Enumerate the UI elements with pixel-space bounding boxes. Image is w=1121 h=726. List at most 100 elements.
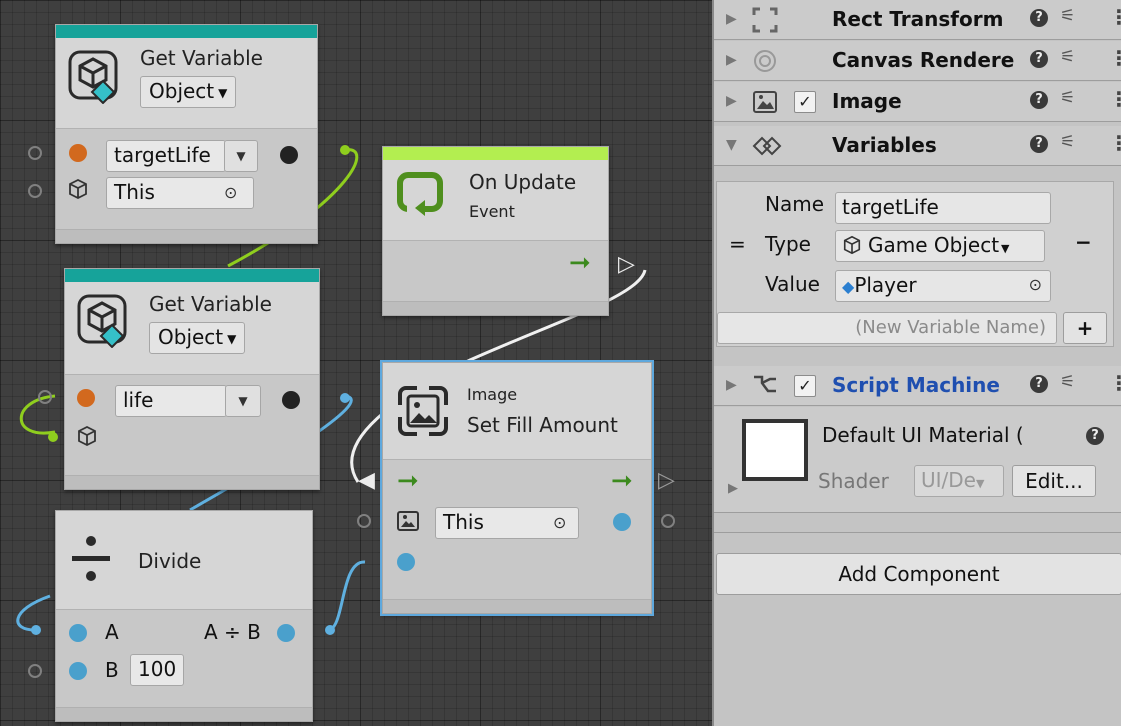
node-header: Divide	[56, 511, 312, 609]
input-a-label: A	[105, 620, 119, 644]
number-wire-knob	[325, 625, 335, 635]
node-body: ➞ ➞ This ⊙	[383, 459, 651, 601]
help-icon[interactable]: ?	[1030, 50, 1048, 68]
variable-kind-dropdown[interactable]: Object ▼	[140, 76, 237, 108]
node-header: Get Variable Object ▼	[65, 282, 319, 374]
variable-name-field[interactable]: targetLife	[835, 192, 1051, 224]
fold-arrow-icon[interactable]: ▶	[726, 93, 737, 109]
control-output-arrow-icon: ➞	[569, 248, 591, 278]
component-header-canvas-renderer[interactable]: ▶ Canvas Rendere ? ⚟ ⋮	[714, 41, 1121, 81]
shader-dropdown[interactable]: UI/De▼	[914, 465, 1004, 497]
edit-shader-button[interactable]: Edit...	[1012, 465, 1096, 497]
new-variable-name-input[interactable]: (New Variable Name)	[717, 312, 1057, 344]
number-wire-knob	[31, 625, 41, 635]
variable-value-text: Player	[854, 273, 917, 297]
on-update-node[interactable]: On Update Event ➞	[382, 146, 609, 316]
more-options-icon[interactable]: ⋮	[1109, 131, 1121, 155]
control-input-port[interactable]: ◀	[358, 468, 375, 493]
material-fold-arrow-icon[interactable]: ▶	[728, 481, 738, 496]
object-picker-icon[interactable]: ⊙	[224, 183, 237, 202]
target-output-port-outer[interactable]	[661, 514, 675, 528]
name-input-port[interactable]	[69, 144, 87, 162]
variable-name-field[interactable]: targetLife	[106, 140, 226, 172]
variable-kind-dropdown[interactable]: Object ▼	[149, 322, 246, 354]
fold-arrow-icon[interactable]: ▶	[726, 377, 737, 393]
presets-icon[interactable]: ⚟	[1060, 47, 1075, 67]
image-icon	[753, 91, 777, 113]
object-picker-icon[interactable]: ⊙	[1029, 275, 1042, 294]
enabled-checkbox[interactable]: ✓	[794, 91, 816, 113]
variable-cube-icon	[77, 294, 127, 348]
image-component-icon	[397, 385, 449, 437]
value-output-port[interactable]	[280, 146, 298, 164]
divide-node[interactable]: Divide A A ÷ B B 100	[55, 510, 313, 722]
value-output-port[interactable]	[282, 391, 300, 409]
help-icon[interactable]: ?	[1030, 375, 1048, 393]
variable-type-dropdown[interactable]: Game Object ▼	[835, 230, 1045, 262]
target-input-port[interactable]	[357, 514, 371, 528]
control-input-port[interactable]	[28, 664, 42, 678]
input-b-value-field[interactable]: 100	[130, 654, 184, 686]
rect-transform-icon	[752, 7, 778, 33]
object-picker-icon[interactable]: ⊙	[553, 513, 566, 532]
presets-icon[interactable]: ⚟	[1060, 132, 1075, 152]
node-footer	[383, 301, 608, 315]
more-options-icon[interactable]: ⋮	[1109, 87, 1121, 111]
more-options-icon[interactable]: ⋮	[1109, 46, 1121, 70]
input-b-port[interactable]	[69, 662, 87, 680]
value-input-port[interactable]	[397, 553, 415, 571]
control-output-port[interactable]: ▷	[618, 252, 635, 277]
caret-down-icon: ▼	[1001, 242, 1010, 255]
graph-canvas[interactable]: Get Variable Object ▼ targetLife ▼ This ⊙	[0, 0, 712, 726]
value-label: Value	[765, 272, 820, 296]
node-header: Get Variable Object ▼	[56, 38, 317, 128]
component-header-rect-transform[interactable]: ▶ Rect Transform ? ⚟ ⋮	[714, 0, 1121, 40]
more-options-icon[interactable]: ⋮	[1109, 5, 1121, 29]
output-port[interactable]	[277, 624, 295, 642]
material-name: Default UI Material (	[822, 423, 1024, 447]
shader-value: UI/De	[921, 468, 976, 492]
presets-icon[interactable]: ⚟	[1060, 6, 1075, 26]
fold-arrow-icon[interactable]: ▶	[726, 52, 737, 68]
variable-name-field[interactable]: life	[115, 385, 227, 417]
material-section: ▶ Default UI Material ( ? Shader UI/De▼ …	[714, 407, 1121, 513]
set-fill-amount-node[interactable]: Image Set Fill Amount ➞ ➞ This ⊙	[380, 360, 654, 616]
help-icon[interactable]: ?	[1086, 427, 1104, 445]
variable-value-field[interactable]: ◆Player ⊙	[835, 270, 1051, 302]
component-header-image[interactable]: ▶ ✓ Image ? ⚟ ⋮	[714, 82, 1121, 122]
node-title: On Update	[469, 170, 577, 194]
node-footer	[65, 475, 319, 489]
get-variable-node-target-life[interactable]: Get Variable Object ▼ targetLife ▼ This ⊙	[55, 24, 318, 244]
enabled-checkbox[interactable]: ✓	[794, 375, 816, 397]
presets-icon[interactable]: ⚟	[1060, 372, 1075, 392]
drag-handle-icon[interactable]: =	[729, 232, 746, 256]
control-input-port[interactable]	[28, 146, 42, 160]
component-header-variables[interactable]: ▼ Variables ? ⚟ ⋮	[714, 126, 1121, 166]
node-title: Divide	[138, 549, 202, 573]
target-output-port[interactable]	[613, 513, 631, 531]
control-output-port[interactable]: ▷	[658, 468, 675, 493]
fold-open-arrow-icon[interactable]: ▼	[726, 137, 737, 153]
canvas-renderer-icon	[754, 50, 776, 72]
help-icon[interactable]: ?	[1030, 91, 1048, 109]
get-variable-node-life[interactable]: Get Variable Object ▼ life ▼	[64, 268, 320, 490]
control-input-port[interactable]	[38, 390, 52, 404]
node-header: Image Set Fill Amount	[383, 363, 651, 459]
input-a-port[interactable]	[69, 624, 87, 642]
name-input-port[interactable]	[77, 389, 95, 407]
add-variable-button[interactable]: +	[1063, 312, 1107, 344]
presets-icon[interactable]: ⚟	[1060, 88, 1075, 108]
remove-variable-button[interactable]: −	[1075, 230, 1092, 254]
fold-arrow-icon[interactable]: ▶	[726, 11, 737, 27]
variable-name-menu-button[interactable]: ▼	[225, 385, 261, 417]
inspector-panel: ▶ Rect Transform ? ⚟ ⋮ ▶ Canvas Rendere …	[712, 0, 1121, 726]
help-icon[interactable]: ?	[1030, 9, 1048, 27]
add-component-button[interactable]: Add Component	[716, 553, 1121, 595]
component-header-script-machine[interactable]: ▶ ✓ Script Machine ? ⚟ ⋮	[714, 366, 1121, 406]
node-body: ➞	[383, 240, 608, 303]
node-stripe	[65, 269, 319, 282]
more-options-icon[interactable]: ⋮	[1109, 371, 1121, 395]
variable-name-menu-button[interactable]: ▼	[224, 140, 258, 172]
help-icon[interactable]: ?	[1030, 135, 1048, 153]
target-input-port[interactable]	[28, 184, 42, 198]
